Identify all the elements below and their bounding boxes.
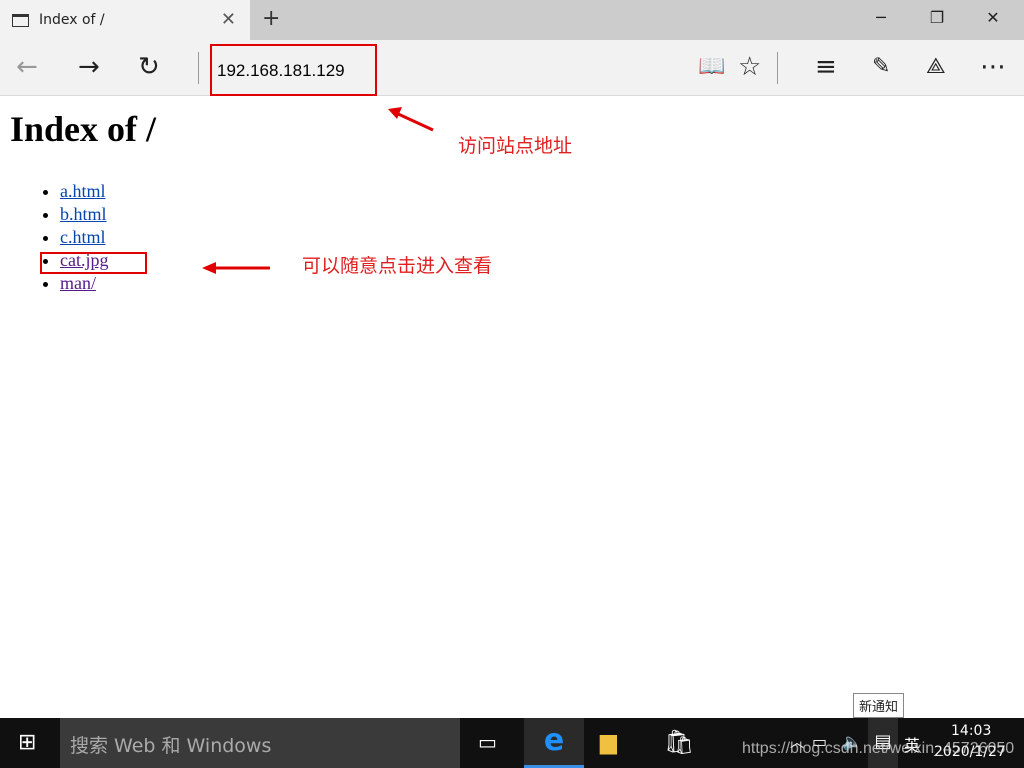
taskbar-search[interactable]: 搜索 Web 和 Windows — [60, 718, 460, 768]
notification-tooltip: 新通知 — [853, 693, 905, 718]
windows-start-icon[interactable]: ⊞ — [18, 730, 36, 755]
annotation-arrows — [202, 107, 434, 274]
store-icon[interactable]: 🛍 — [664, 728, 694, 756]
address-annotation: 访问站点地址 — [458, 135, 573, 157]
task-view-icon[interactable]: ▭ — [478, 730, 497, 754]
watermark: https://blog.csdn.net/weixin_45726050 — [742, 740, 1015, 757]
arrow-line — [395, 111, 434, 132]
arrow-head — [388, 107, 402, 119]
edge-icon[interactable]: e — [524, 718, 584, 768]
clock-time[interactable]: 14:03 — [951, 723, 991, 739]
arrow-head — [202, 262, 216, 274]
link-annotation: 可以随意点击进入查看 — [302, 255, 493, 277]
file-explorer-icon[interactable]: ▆ — [600, 730, 617, 755]
